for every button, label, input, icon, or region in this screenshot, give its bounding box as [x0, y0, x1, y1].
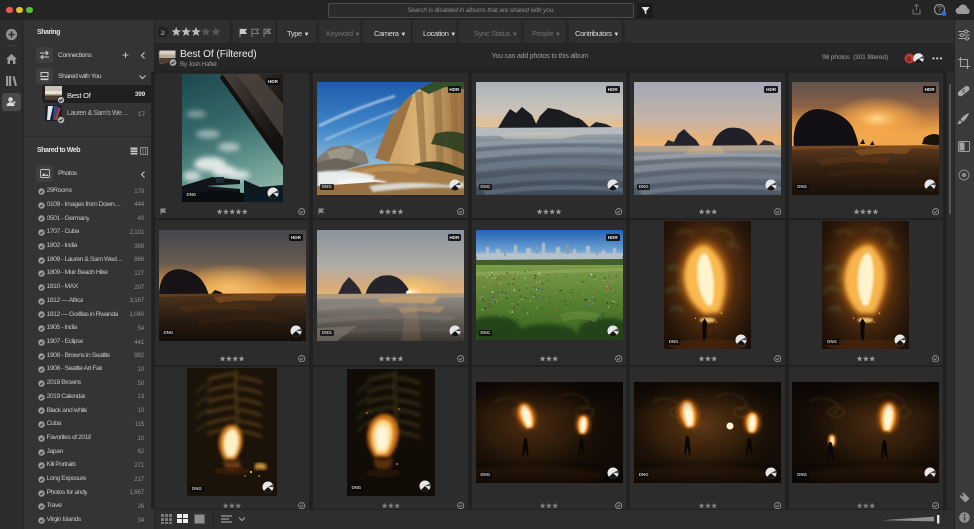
svg-text:≥: ≥ [161, 28, 166, 37]
svg-text:?: ? [937, 5, 942, 14]
